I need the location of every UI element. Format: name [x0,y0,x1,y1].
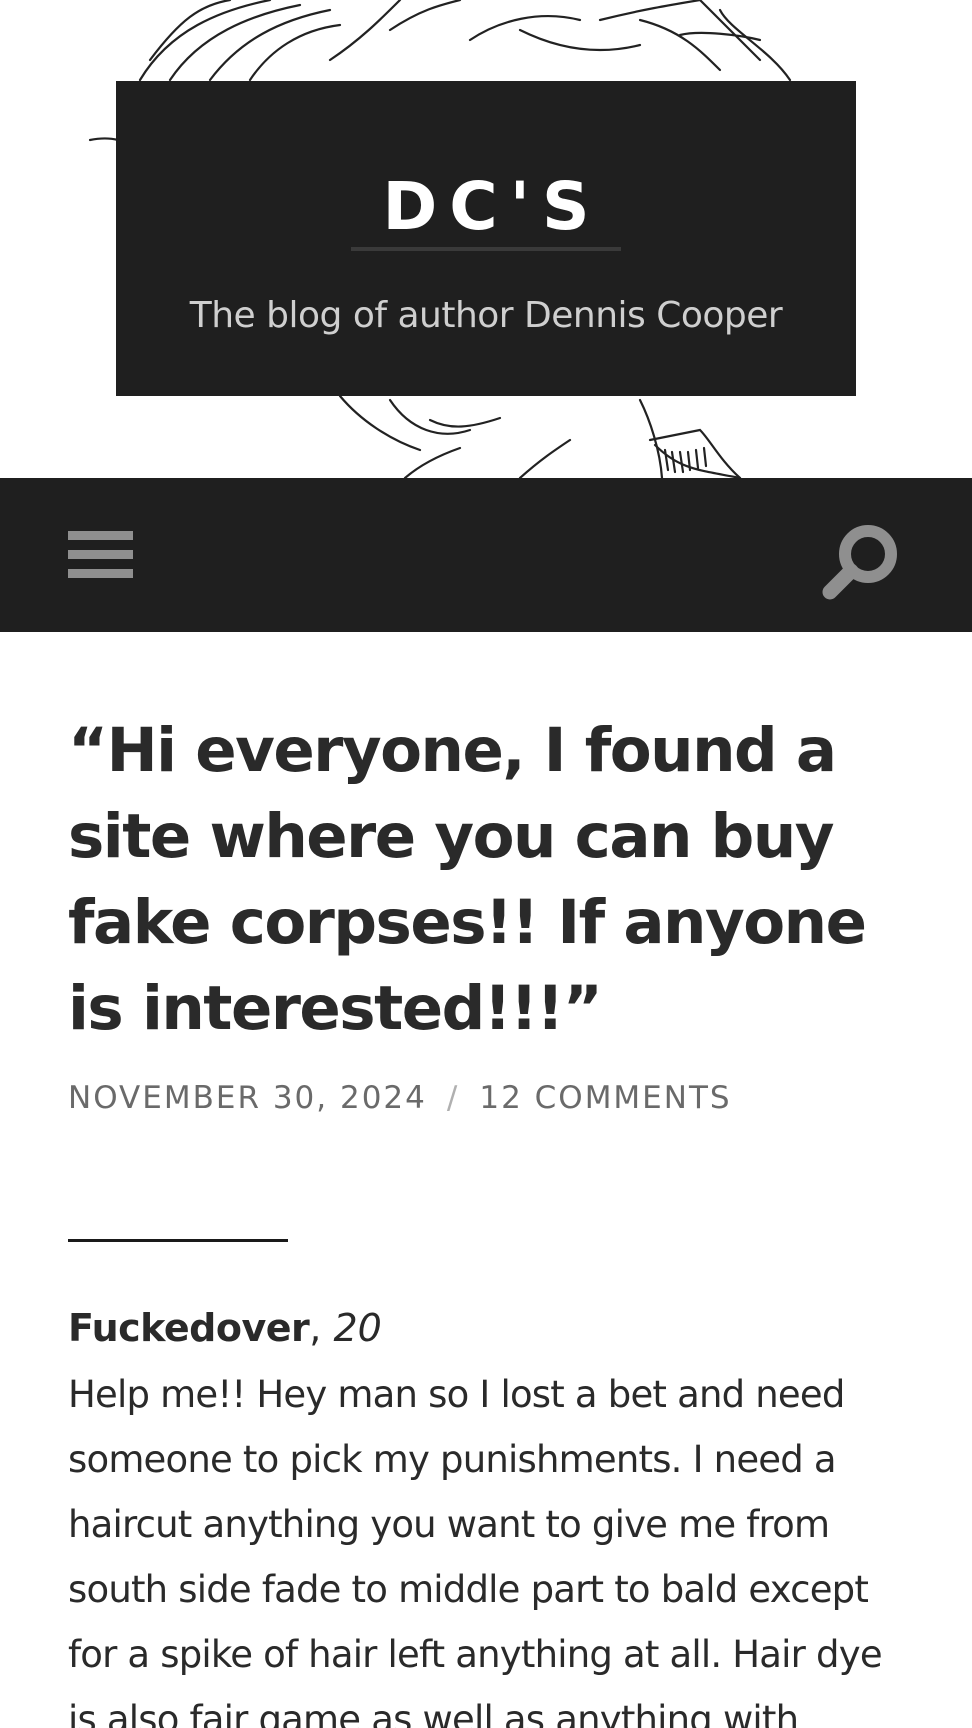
hamburger-menu-icon[interactable] [68,531,133,579]
comment-header: Fuckedover, 20 [68,1309,382,1347]
search-icon[interactable] [818,520,904,606]
site-branding-card: DC'S The blog of author Dennis Cooper [116,81,856,396]
comment-author: Fuckedover [68,1306,310,1350]
meta-separator: / [446,1080,460,1116]
site-header: DC'S The blog of author Dennis Cooper [0,0,972,478]
title-divider [351,247,621,251]
menu-bar-line [68,569,133,578]
post-date-link[interactable]: NOVEMBER 30, 2024 [68,1080,427,1116]
site-title[interactable]: DC'S [116,174,856,240]
comments-link[interactable]: 12 COMMENTS [479,1080,731,1116]
site-tagline: The blog of author Dennis Cooper [189,295,783,336]
content-divider [68,1239,288,1242]
comment-comma: , [309,1306,322,1350]
menu-bar-line [68,531,133,540]
comment-text: Help me!! Hey man so I lost a bet and ne… [68,1373,883,1728]
search-icon-glyph [822,525,897,600]
post-title[interactable]: “Hi everyone, I found a site where you c… [68,708,908,1052]
nav-bar [0,478,972,632]
comment-age: 20 [333,1306,382,1350]
menu-bar-line [68,550,133,559]
post-meta: NOVEMBER 30, 2024 / 12 COMMENTS [68,1080,732,1116]
